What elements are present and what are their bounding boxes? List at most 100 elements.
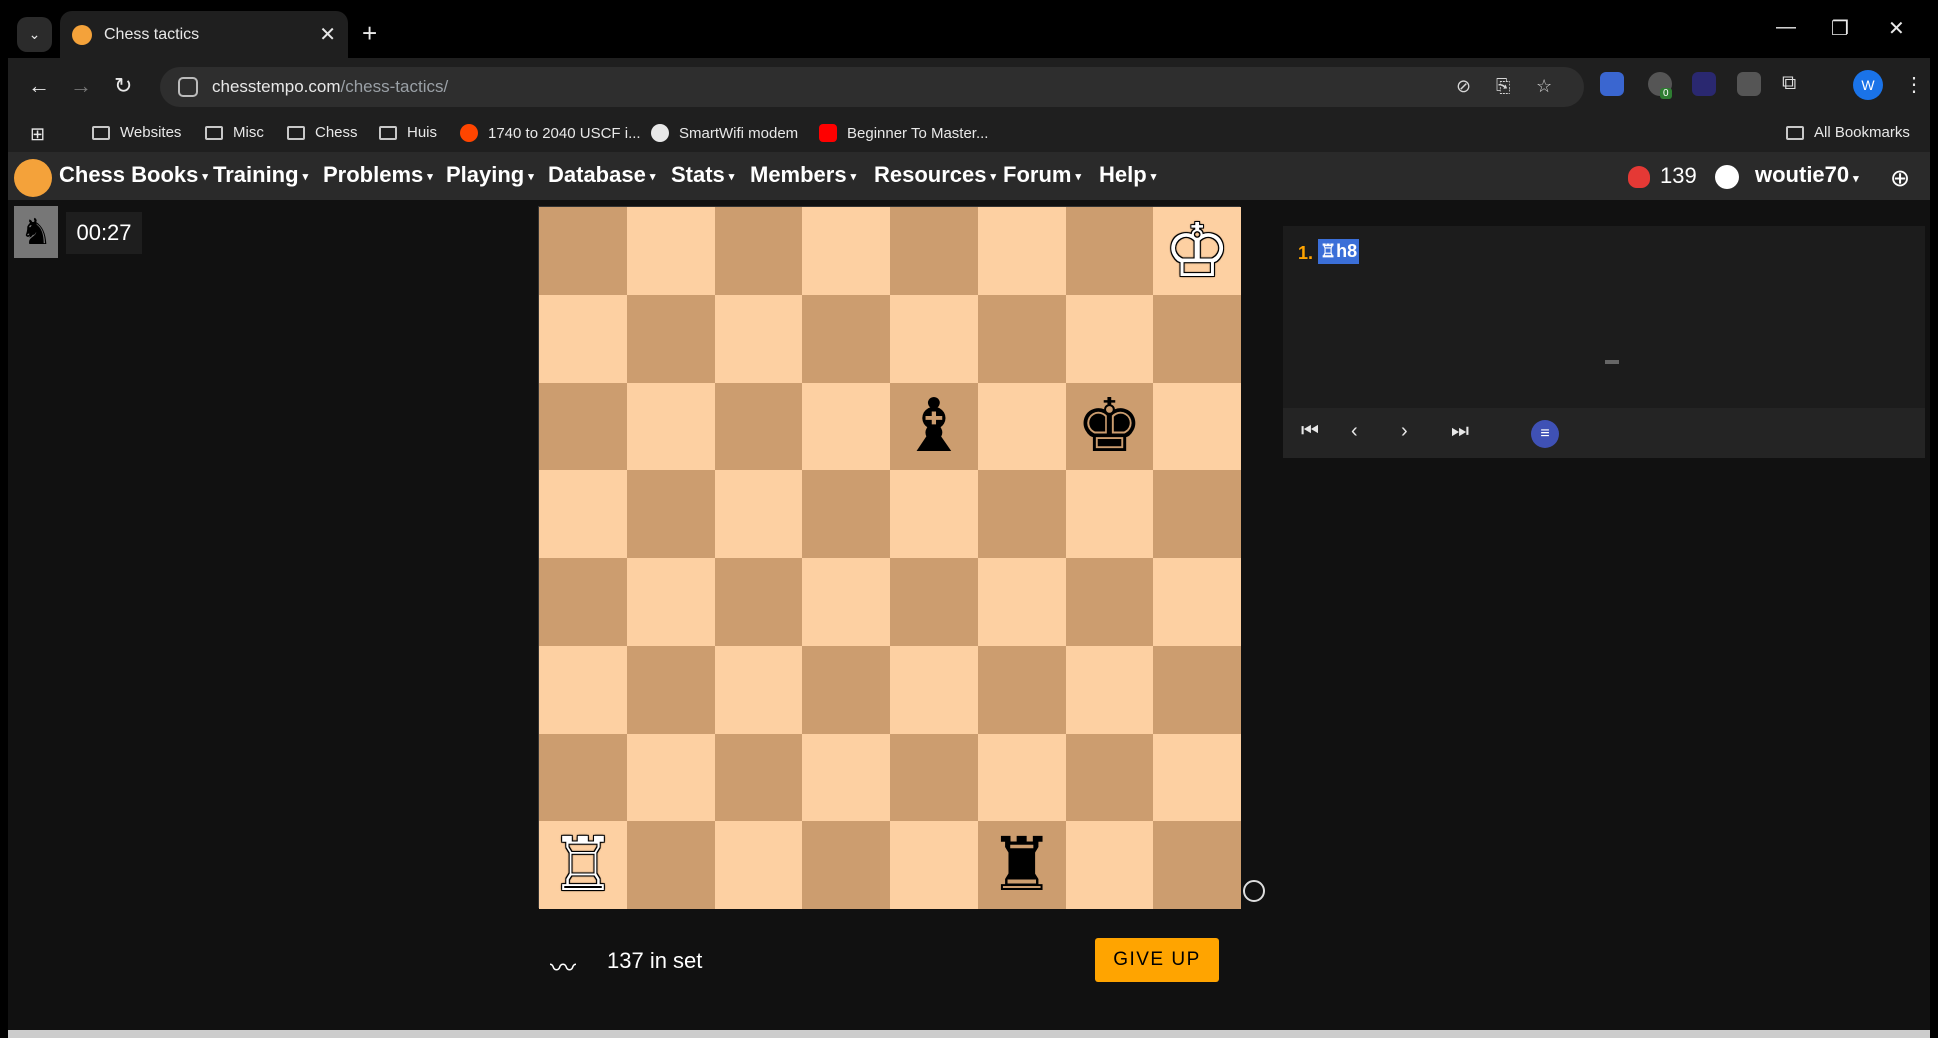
move-san[interactable]: ♖h8: [1318, 239, 1360, 264]
square-d1[interactable]: [802, 821, 890, 909]
trend-line-icon[interactable]: 〰: [550, 948, 576, 985]
menu-stats[interactable]: Stats ▾: [671, 162, 734, 188]
address-bar[interactable]: chesstempo.com/chess-tactics/: [160, 67, 1584, 107]
all-bookmarks[interactable]: All Bookmarks: [1786, 124, 1910, 141]
bookmark-huis[interactable]: Huis: [379, 124, 437, 141]
square-b5[interactable]: [626, 470, 715, 558]
square-e6[interactable]: ♝: [890, 382, 978, 471]
bookmark-smartwifi[interactable]: SmartWifi modem: [651, 124, 798, 142]
extensions-puzzle-icon[interactable]: ⧉: [1782, 72, 1806, 96]
shield-extension-icon[interactable]: [1737, 72, 1761, 96]
give-up-button[interactable]: GIVE UP: [1095, 938, 1219, 982]
menu-members[interactable]: Members ▾: [750, 162, 856, 188]
square-g5[interactable]: [1065, 470, 1154, 558]
square-e8[interactable]: [890, 207, 978, 295]
close-window-icon[interactable]: ✕: [1888, 16, 1905, 41]
piece-a1[interactable]: ♖: [550, 828, 616, 902]
square-c8[interactable]: [714, 207, 803, 295]
user-menu[interactable]: woutie70 ▾: [1755, 162, 1859, 188]
site-info-icon[interactable]: [178, 77, 198, 97]
square-e2[interactable]: [890, 733, 978, 822]
menu-playing[interactable]: Playing ▾: [446, 162, 534, 188]
bookmark-uscf[interactable]: 1740 to 2040 USCF i...: [460, 124, 641, 142]
square-f3[interactable]: [977, 645, 1066, 734]
square-c1[interactable]: [714, 821, 803, 909]
square-a3[interactable]: [539, 645, 627, 734]
square-h2[interactable]: [1153, 733, 1241, 822]
reload-icon[interactable]: ↻: [114, 74, 132, 98]
square-h6[interactable]: [1153, 382, 1241, 471]
square-g7[interactable]: [1065, 294, 1154, 383]
square-f7[interactable]: [977, 294, 1066, 383]
square-c2[interactable]: [714, 733, 803, 822]
horizontal-scrollbar[interactable]: [8, 1030, 1930, 1038]
menu-resources[interactable]: Resources ▾: [874, 162, 996, 188]
square-h1[interactable]: [1153, 821, 1241, 909]
square-f4[interactable]: [977, 558, 1066, 646]
square-d5[interactable]: [802, 470, 890, 558]
square-c7[interactable]: [714, 294, 803, 383]
square-a7[interactable]: [539, 294, 627, 383]
language-globe-icon[interactable]: ⊕: [1890, 164, 1910, 193]
board-resize-handle[interactable]: [1243, 880, 1265, 902]
menu-training[interactable]: Training ▾: [213, 162, 308, 188]
more-menu-icon[interactable]: ⋮: [1904, 72, 1924, 97]
square-c3[interactable]: [714, 645, 803, 734]
square-g1[interactable]: [1065, 821, 1154, 909]
square-a2[interactable]: [539, 733, 627, 822]
square-f6[interactable]: [977, 382, 1066, 471]
square-d8[interactable]: [802, 207, 890, 295]
chesstempo-logo[interactable]: [14, 159, 52, 197]
square-h8[interactable]: ♔: [1153, 207, 1241, 295]
bookmark-star-icon[interactable]: ☆: [1536, 76, 1552, 97]
square-d3[interactable]: [802, 645, 890, 734]
square-h3[interactable]: [1153, 645, 1241, 734]
square-e3[interactable]: [890, 645, 978, 734]
square-a6[interactable]: [539, 382, 627, 471]
square-h4[interactable]: [1153, 558, 1241, 646]
move-menu-icon[interactable]: ≡: [1531, 420, 1559, 448]
square-g3[interactable]: [1065, 645, 1154, 734]
menu-forum[interactable]: Forum ▾: [1003, 162, 1081, 188]
square-g8[interactable]: [1065, 207, 1154, 295]
eye-extension-icon[interactable]: [1692, 72, 1716, 96]
menu-database[interactable]: Database ▾: [548, 162, 655, 188]
menu-problems[interactable]: Problems ▾: [323, 162, 433, 188]
square-b6[interactable]: [626, 382, 715, 471]
restore-icon[interactable]: ❐: [1831, 16, 1849, 41]
square-g6[interactable]: ♚: [1065, 382, 1154, 471]
new-tab-button[interactable]: +: [362, 18, 377, 48]
square-g2[interactable]: [1065, 733, 1154, 822]
square-a1[interactable]: ♖: [539, 821, 627, 909]
square-b1[interactable]: [626, 821, 715, 909]
square-c5[interactable]: [714, 470, 803, 558]
square-c4[interactable]: [714, 558, 803, 646]
panel-resize-handle[interactable]: [1605, 360, 1619, 364]
square-e5[interactable]: [890, 470, 978, 558]
forward-icon[interactable]: →: [70, 74, 92, 98]
square-b8[interactable]: [626, 207, 715, 295]
square-a8[interactable]: [539, 207, 627, 295]
square-h7[interactable]: [1153, 294, 1241, 383]
square-a5[interactable]: [539, 470, 627, 558]
next-move-icon[interactable]: ›: [1401, 420, 1408, 443]
piece-g6[interactable]: ♚: [1076, 389, 1142, 463]
square-f8[interactable]: [977, 207, 1066, 295]
first-move-icon[interactable]: ⏮: [1301, 420, 1319, 443]
menu-help[interactable]: Help ▾: [1099, 162, 1156, 188]
profile-avatar[interactable]: W: [1853, 70, 1883, 100]
square-b7[interactable]: [626, 294, 715, 383]
previous-move-icon[interactable]: ‹: [1351, 420, 1358, 443]
last-move-icon[interactable]: ⏭: [1451, 420, 1469, 443]
tab-chess-tactics[interactable]: Chess tactics ✕: [60, 11, 348, 58]
install-app-icon[interactable]: ⎘: [1496, 76, 1510, 97]
square-e1[interactable]: [890, 821, 978, 909]
square-g4[interactable]: [1065, 558, 1154, 646]
tab-search-button[interactable]: ⌄: [17, 17, 52, 52]
square-b2[interactable]: [626, 733, 715, 822]
square-b4[interactable]: [626, 558, 715, 646]
minimize-icon[interactable]: —: [1776, 16, 1796, 39]
square-f2[interactable]: [977, 733, 1066, 822]
chess-board[interactable]: ♔ ♝ ♚ ♖ ♜: [538, 206, 1241, 909]
piece-e6[interactable]: ♝: [901, 389, 967, 463]
